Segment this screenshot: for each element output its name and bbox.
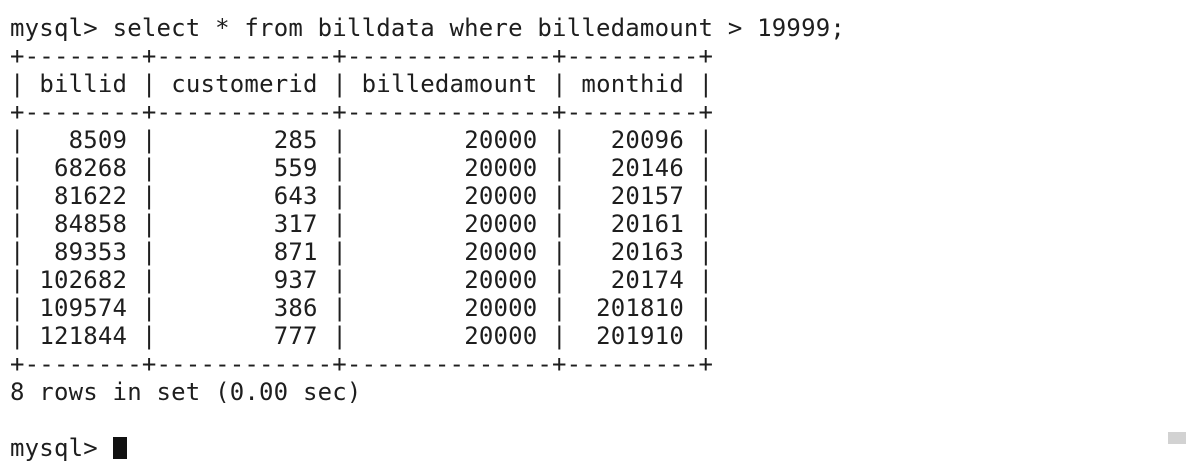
cell-billid: 84858 bbox=[39, 210, 128, 238]
table-row: | 109574 | 386 | 20000 | 201810 | bbox=[10, 294, 714, 322]
cell-billedamount: 20000 bbox=[361, 238, 538, 266]
cell-billedamount: 20000 bbox=[361, 294, 538, 322]
sql-command: select * from billdata where billedamoun… bbox=[112, 14, 846, 42]
table-header-row: | billid | customerid | billedamount | m… bbox=[10, 70, 714, 98]
cell-billid: 89353 bbox=[39, 238, 128, 266]
table-row: | 89353 | 871 | 20000 | 20163 | bbox=[10, 238, 714, 266]
table-row: | 8509 | 285 | 20000 | 20096 | bbox=[10, 126, 714, 154]
cell-customerid: 317 bbox=[171, 210, 318, 238]
cell-customerid: 643 bbox=[171, 182, 318, 210]
cell-monthid: 20174 bbox=[581, 266, 684, 294]
cell-billid: 109574 bbox=[39, 294, 128, 322]
cell-billid: 121844 bbox=[39, 322, 128, 350]
text-cursor bbox=[112, 437, 127, 459]
cell-billid: 81622 bbox=[39, 182, 128, 210]
cell-billedamount: 20000 bbox=[361, 182, 538, 210]
cell-billedamount: 20000 bbox=[361, 126, 538, 154]
cell-customerid: 559 bbox=[171, 154, 318, 182]
table-row: | 121844 | 777 | 20000 | 201910 | bbox=[10, 322, 714, 350]
terminal-output[interactable]: mysql> select * from billdata where bill… bbox=[10, 14, 1196, 462]
cell-billedamount: 20000 bbox=[361, 266, 538, 294]
cell-customerid: 937 bbox=[171, 266, 318, 294]
table-border-bottom: +--------+------------+--------------+--… bbox=[10, 350, 714, 378]
cell-billedamount: 20000 bbox=[361, 210, 538, 238]
command-line: mysql> select * from billdata where bill… bbox=[10, 14, 1196, 42]
cell-billedamount: 20000 bbox=[361, 154, 538, 182]
cell-monthid: 20161 bbox=[581, 210, 684, 238]
cell-monthid: 20146 bbox=[581, 154, 684, 182]
table-row: | 81622 | 643 | 20000 | 20157 | bbox=[10, 182, 714, 210]
cell-billid: 102682 bbox=[39, 266, 128, 294]
cell-monthid: 20096 bbox=[581, 126, 684, 154]
cell-customerid: 871 bbox=[171, 238, 318, 266]
cell-monthid: 201910 bbox=[581, 322, 684, 350]
column-header-monthid: monthid bbox=[581, 70, 684, 98]
cell-monthid: 201810 bbox=[581, 294, 684, 322]
cell-customerid: 386 bbox=[171, 294, 318, 322]
table-row: | 102682 | 937 | 20000 | 20174 | bbox=[10, 266, 714, 294]
table-border-top: +--------+------------+--------------+--… bbox=[10, 42, 714, 70]
table-row: | 84858 | 317 | 20000 | 20161 | bbox=[10, 210, 714, 238]
cell-customerid: 777 bbox=[171, 322, 318, 350]
result-summary: 8 rows in set (0.00 sec) bbox=[10, 378, 362, 406]
mysql-prompt: mysql> bbox=[10, 14, 98, 42]
table-body: | 8509 | 285 | 20000 | 20096 | | 68268 | … bbox=[10, 126, 1196, 350]
cell-monthid: 20157 bbox=[581, 182, 684, 210]
cell-monthid: 20163 bbox=[581, 238, 684, 266]
scrollbar-thumb[interactable] bbox=[1168, 432, 1186, 444]
cell-billid: 68268 bbox=[39, 154, 128, 182]
cell-billid: 8509 bbox=[39, 126, 128, 154]
column-header-billedamount: billedamount bbox=[361, 70, 538, 98]
column-header-customerid: customerid bbox=[171, 70, 318, 98]
cell-customerid: 285 bbox=[171, 126, 318, 154]
table-row: | 68268 | 559 | 20000 | 20146 | bbox=[10, 154, 714, 182]
next-prompt: mysql> bbox=[10, 434, 113, 462]
cell-billedamount: 20000 bbox=[361, 322, 538, 350]
table-border-header: +--------+------------+--------------+--… bbox=[10, 98, 714, 126]
input-line[interactable]: mysql> bbox=[10, 434, 1196, 462]
column-header-billid: billid bbox=[39, 70, 128, 98]
